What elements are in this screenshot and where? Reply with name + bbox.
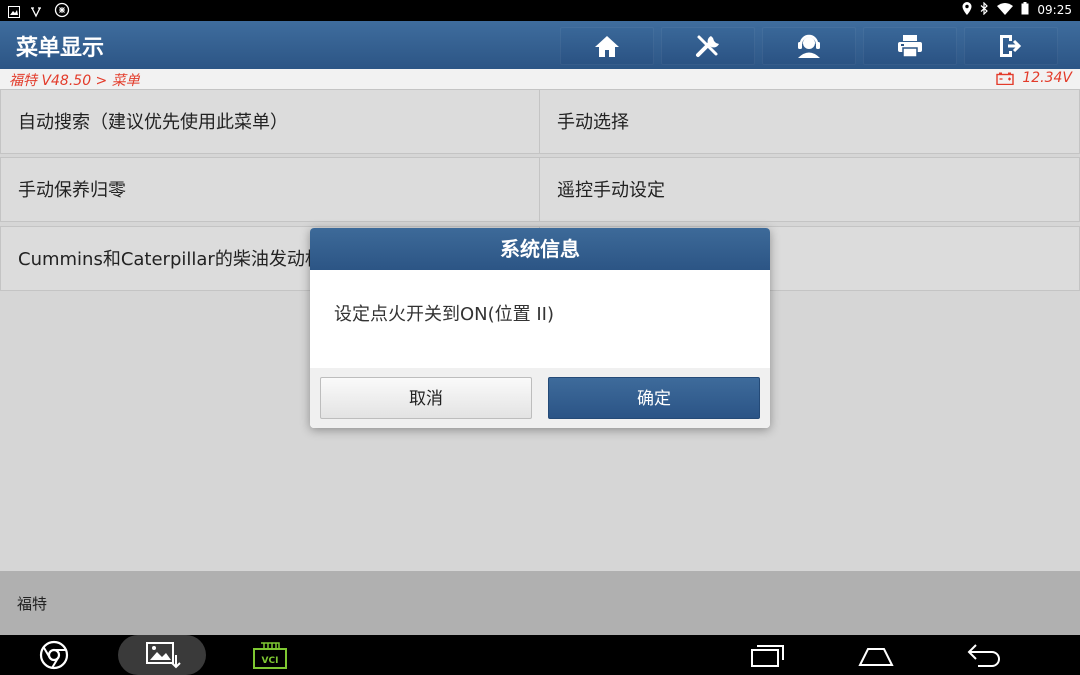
dialog-message: 设定点火开关到ON(位置 II) <box>334 304 555 325</box>
breadcrumb-bar: 福特 V48.50 > 菜单 12.34V <box>0 69 1080 89</box>
print-icon <box>898 35 922 58</box>
recent-apps-button[interactable] <box>746 635 790 675</box>
ok-button[interactable]: 确定 <box>548 377 760 419</box>
home-nav-icon <box>858 648 894 666</box>
diagnose-tool-icon <box>696 35 719 57</box>
footer-vehicle-label: 福特 <box>17 595 48 613</box>
app-header: 菜单显示 <box>0 21 1080 69</box>
menu-item-manual-select[interactable]: 手动选择 <box>539 89 1080 154</box>
page-title: 菜单显示 <box>16 36 105 61</box>
recent-apps-icon <box>751 645 784 667</box>
exit-button[interactable] <box>964 27 1058 65</box>
vci-icon: VCI <box>253 642 287 669</box>
back-nav-button[interactable] <box>962 635 1006 675</box>
home-button[interactable] <box>560 27 654 65</box>
car-battery-icon <box>996 72 1015 85</box>
vci-button[interactable]: VCI <box>248 635 292 675</box>
screenshot-button[interactable] <box>118 635 206 675</box>
status-time: 09:25 <box>1037 3 1072 17</box>
vci-label: VCI <box>262 656 279 666</box>
menu-item-auto-search[interactable]: 自动搜索（建议优先使用此菜单） <box>0 89 540 154</box>
support-agent-icon <box>798 34 820 58</box>
screenshot-icon <box>146 642 181 669</box>
menu-item-remote-setting[interactable]: 遥控手动设定 <box>539 157 1080 222</box>
battery-voltage: 12.34V <box>996 70 1072 86</box>
diagnose-tool-button[interactable] <box>661 27 755 65</box>
chrome-icon <box>39 640 69 670</box>
battery-icon <box>1021 2 1029 18</box>
exit-icon <box>1000 35 1022 57</box>
print-button[interactable] <box>863 27 957 65</box>
support-button[interactable] <box>762 27 856 65</box>
system-nav-bar: VCI <box>0 635 1080 675</box>
location-icon <box>962 2 972 18</box>
sync-notification-icon <box>54 2 70 22</box>
system-info-dialog: 系统信息 设定点火开关到ON(位置 II) 取消 确定 <box>310 228 770 428</box>
bluetooth-icon <box>980 1 989 18</box>
dialog-button-bar: 取消 确定 <box>310 368 770 428</box>
menu-item-maintenance-reset[interactable]: 手动保养归零 <box>0 157 540 222</box>
cancel-button[interactable]: 取消 <box>320 377 532 419</box>
back-arrow-icon <box>967 644 1000 667</box>
usb-debug-icon <box>30 3 44 22</box>
footer-bar: 福特 <box>0 571 1080 635</box>
wifi-icon <box>997 2 1014 18</box>
browser-button[interactable] <box>30 635 78 675</box>
status-bar: 09:25 <box>0 0 1080 21</box>
breadcrumb: 福特 V48.50 > 菜单 <box>9 73 140 89</box>
home-nav-button[interactable] <box>854 635 898 675</box>
home-icon <box>595 36 619 57</box>
voltage-value: 12.34V <box>1022 70 1072 86</box>
gallery-notification-icon <box>8 3 20 22</box>
dialog-title: 系统信息 <box>310 228 770 270</box>
